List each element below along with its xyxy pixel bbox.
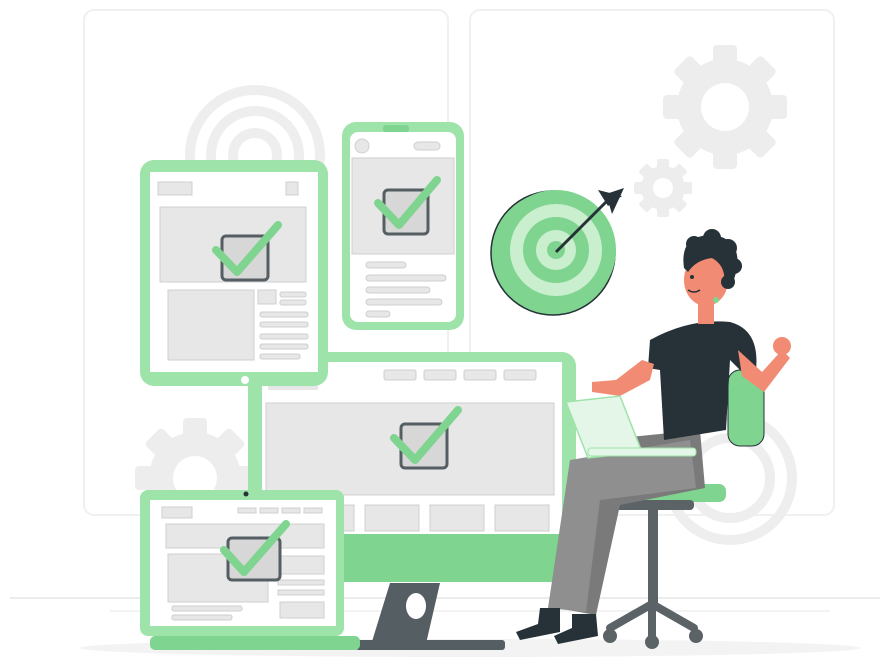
- gear-icon-small: [634, 159, 692, 217]
- tablet: [140, 160, 328, 386]
- laptop-icon: [140, 490, 360, 650]
- gear-icon: [663, 45, 787, 169]
- phone: [342, 122, 464, 330]
- illustration: [10, 9, 880, 657]
